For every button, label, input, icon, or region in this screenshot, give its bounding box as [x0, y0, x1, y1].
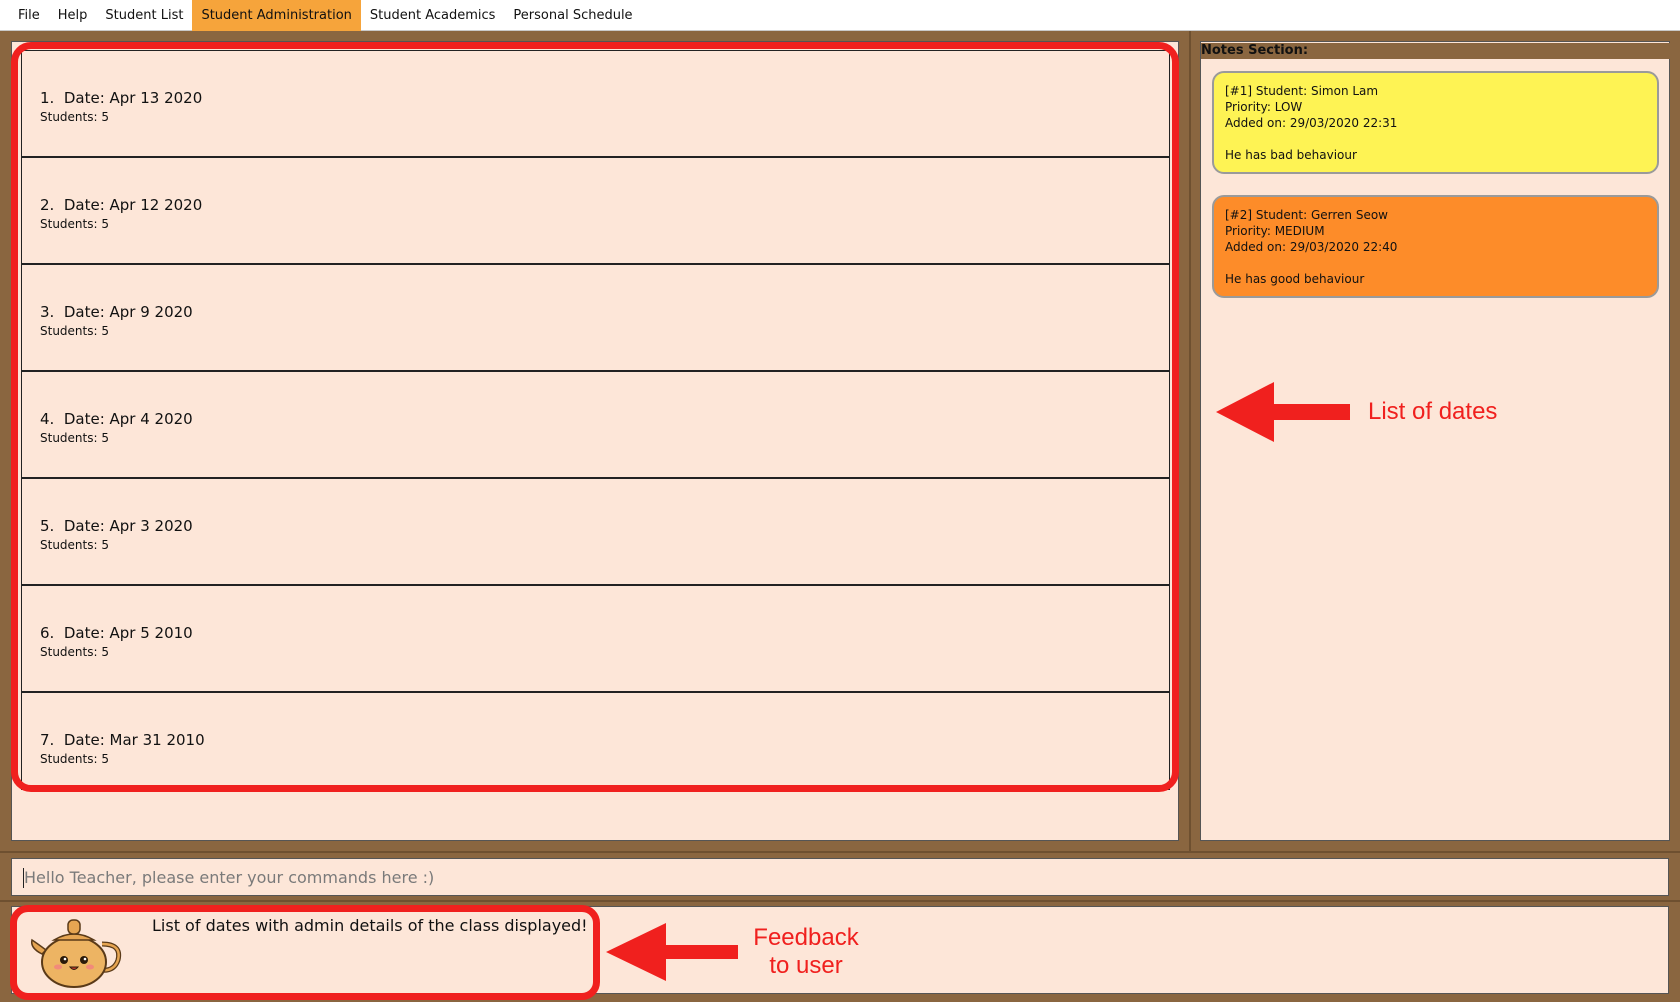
student-count: Students: 5	[40, 431, 109, 445]
list-item[interactable]: 6. Date: Apr 5 2010 Students: 5	[22, 586, 1169, 693]
list-item[interactable]: 3. Date: Apr 9 2020 Students: 5	[22, 265, 1169, 372]
teapot-mascot-icon	[30, 919, 122, 988]
note-content: He has good behaviour	[1225, 272, 1365, 286]
annotation-label-feedback-line1: Feedback	[753, 924, 859, 951]
note-student: [#1] Student: Simon Lam	[1225, 84, 1379, 98]
date-title: 1. Date: Apr 13 2020	[40, 89, 203, 107]
annotation-label-feedback-line2: to user	[769, 952, 843, 979]
note-card[interactable]: [#1] Student: Simon Lam Priority: LOW Ad…	[1212, 71, 1659, 174]
menu-bar: File Help Student List Student Administr…	[0, 0, 1680, 31]
command-box	[11, 858, 1669, 896]
menu-file[interactable]: File	[9, 0, 49, 31]
admin-panel: 1. Date: Apr 13 2020 Students: 5 2. Date…	[11, 41, 1179, 841]
date-title: 2. Date: Apr 12 2020	[40, 196, 203, 214]
note-student: [#2] Student: Gerren Seow	[1225, 208, 1388, 222]
list-item[interactable]: 4. Date: Apr 4 2020 Students: 5	[22, 372, 1169, 479]
command-input[interactable]	[16, 862, 1664, 892]
student-count: Students: 5	[40, 645, 109, 659]
tab-student-academics[interactable]: Student Academics	[361, 0, 505, 31]
student-count: Students: 5	[40, 217, 109, 231]
tab-student-list[interactable]: Student List	[96, 0, 192, 31]
note-added-date: Added on: 29/03/2020 22:31	[1225, 116, 1398, 130]
horizontal-divider	[0, 900, 1680, 902]
feedback-message: List of dates with admin details of the …	[152, 916, 588, 935]
list-item[interactable]: 7. Date: Mar 31 2010 Students: 5	[22, 693, 1169, 800]
tab-student-administration[interactable]: Student Administration	[192, 0, 361, 31]
arrow-left-icon	[606, 923, 738, 981]
student-count: Students: 5	[40, 110, 109, 124]
panel-divider	[1189, 31, 1191, 851]
date-list[interactable]: 1. Date: Apr 13 2020 Students: 5 2. Date…	[21, 50, 1170, 790]
tab-personal-schedule[interactable]: Personal Schedule	[504, 0, 641, 31]
annotation-label-list-of-dates: List of dates	[1368, 398, 1498, 425]
date-title: 6. Date: Apr 5 2010	[40, 624, 193, 642]
note-card[interactable]: [#2] Student: Gerren Seow Priority: MEDI…	[1212, 195, 1659, 298]
date-title: 3. Date: Apr 9 2020	[40, 303, 193, 321]
text-caret	[23, 868, 24, 888]
notes-header-label: Notes Section:	[1201, 43, 1309, 58]
menu-help[interactable]: Help	[49, 0, 97, 31]
date-title: 5. Date: Apr 3 2020	[40, 517, 193, 535]
list-item[interactable]: 5. Date: Apr 3 2020 Students: 5	[22, 479, 1169, 586]
notes-header: Notes Section:	[1201, 43, 1670, 59]
note-priority: Priority: LOW	[1225, 100, 1303, 114]
note-priority: Priority: MEDIUM	[1225, 224, 1325, 238]
date-title: 7. Date: Mar 31 2010	[40, 731, 205, 749]
note-content: He has bad behaviour	[1225, 148, 1357, 162]
note-added-date: Added on: 29/03/2020 22:40	[1225, 240, 1398, 254]
horizontal-divider	[0, 851, 1680, 853]
student-count: Students: 5	[40, 538, 109, 552]
annotation-label-feedback: Feedback to user	[748, 924, 864, 980]
student-count: Students: 5	[40, 324, 109, 338]
student-count: Students: 5	[40, 752, 109, 766]
list-item[interactable]: 2. Date: Apr 12 2020 Students: 5	[22, 158, 1169, 265]
list-item[interactable]: 1. Date: Apr 13 2020 Students: 5	[22, 51, 1169, 158]
date-title: 4. Date: Apr 4 2020	[40, 410, 193, 428]
arrow-left-icon	[1216, 382, 1350, 442]
